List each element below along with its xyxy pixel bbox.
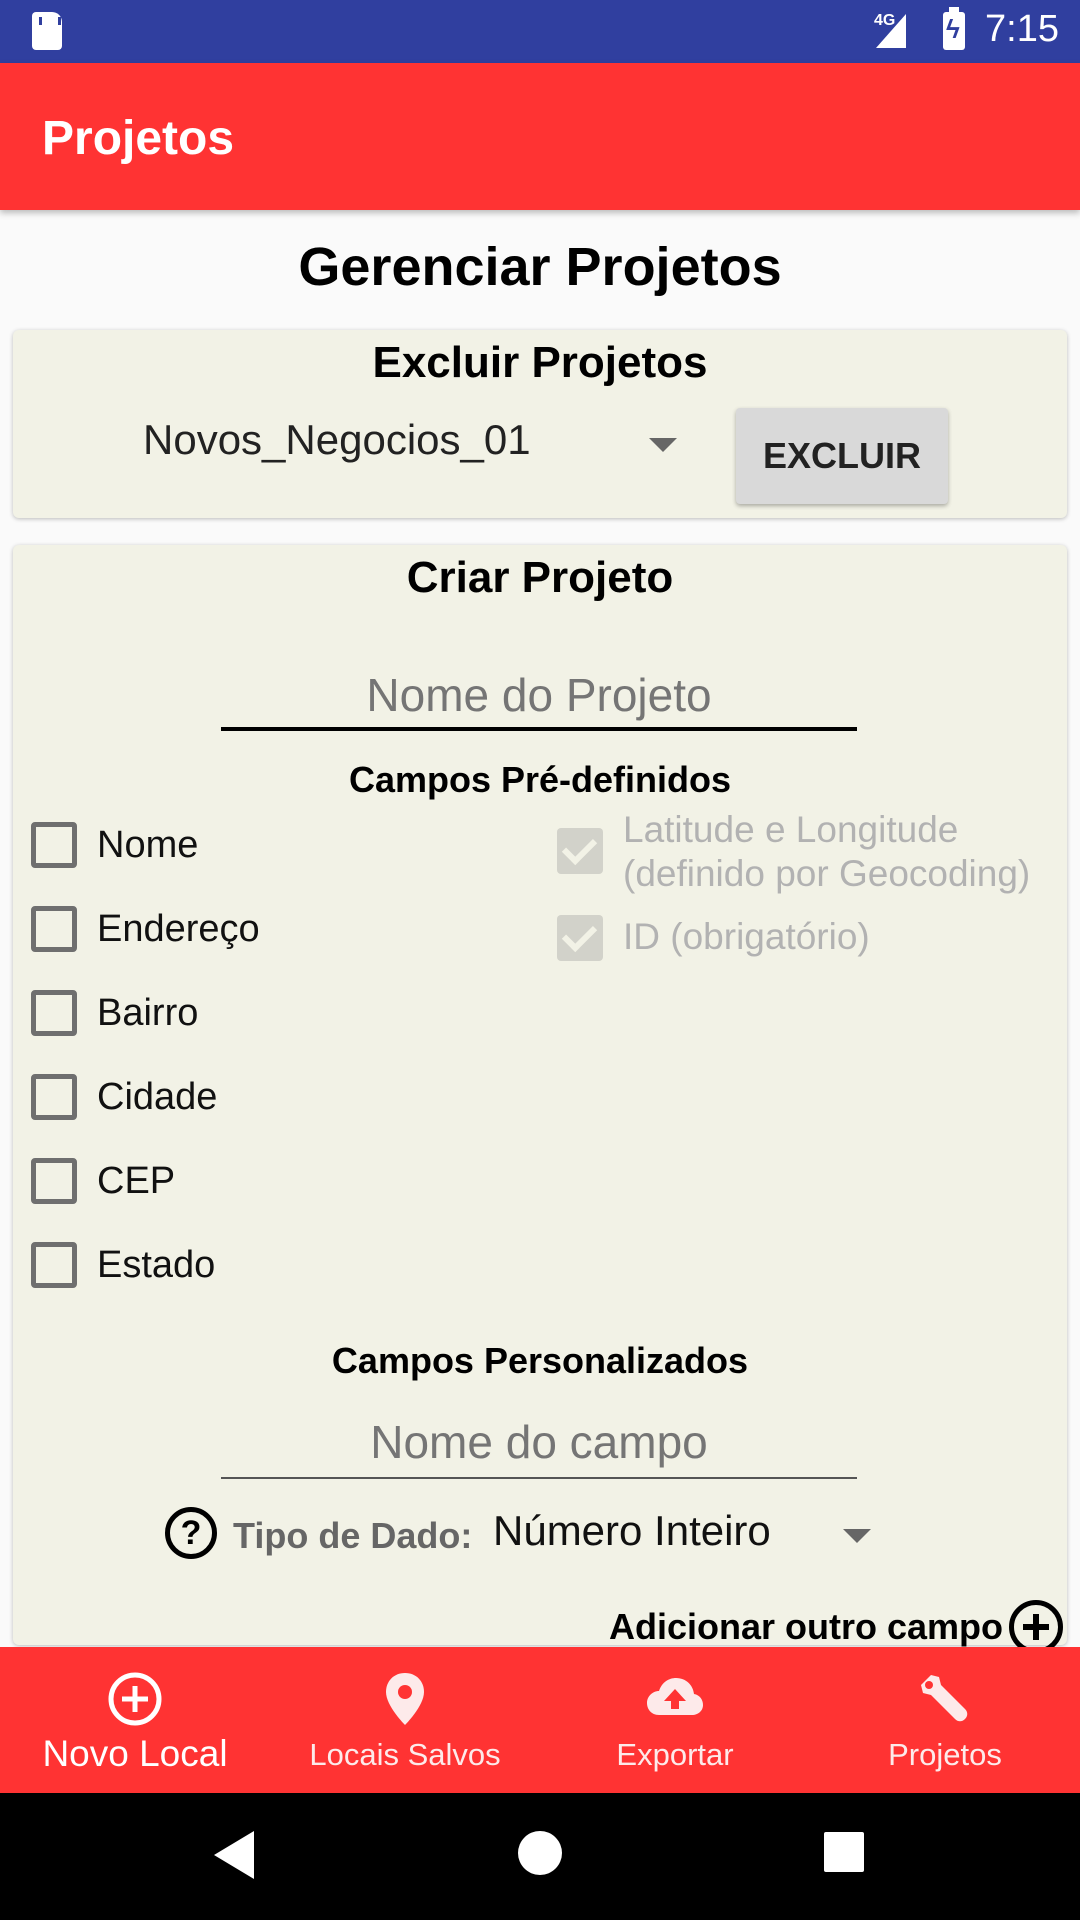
delete-project-title: Excluir Projetos xyxy=(372,338,708,387)
delete-project-card: Excluir Projetos Novos_Negocios_01 EXCLU… xyxy=(13,330,1067,518)
predefined-fields-label: Campos Pré-definidos xyxy=(348,759,732,800)
nav-item-projetos[interactable]: Projetos xyxy=(810,1647,1080,1793)
checkbox-box xyxy=(31,1074,77,1120)
checkbox-cep[interactable]: CEP xyxy=(31,1151,175,1211)
network-type: 4G xyxy=(874,12,896,29)
system-navigation-bar xyxy=(0,1793,1080,1920)
nav-label: Projetos xyxy=(888,1737,1002,1772)
checkbox-latitude-longitude: Latitude e Longitude (definido por Geoco… xyxy=(557,808,1030,896)
data-type-select[interactable]: Número Inteiro xyxy=(493,1505,883,1569)
nav-item-exportar[interactable]: Exportar xyxy=(540,1647,810,1793)
create-project-card: Criar Projeto Campos Pré-definidos Nome … xyxy=(13,545,1067,1654)
checkbox-label: Endereço xyxy=(97,907,260,950)
nav-label: Novo Local xyxy=(42,1733,228,1774)
project-select-value: Novos_Negocios_01 xyxy=(143,416,531,463)
project-select[interactable]: Novos_Negocios_01 xyxy=(123,416,703,480)
nav-label: Locais Salvos xyxy=(309,1737,501,1772)
sd-card-icon xyxy=(32,12,62,50)
delete-button[interactable]: EXCLUIR xyxy=(736,408,948,504)
checkbox-cidade[interactable]: Cidade xyxy=(31,1067,217,1127)
checkmark-icon xyxy=(557,915,603,961)
add-field-label: Adicionar outro campo xyxy=(608,1606,1003,1647)
create-project-title: Criar Projeto xyxy=(406,553,674,602)
checkbox-label: Estado xyxy=(97,1243,216,1286)
project-name-input[interactable] xyxy=(221,663,857,727)
checkbox-label: Latitude e Longitude (definido por Geoco… xyxy=(623,808,1030,896)
checkbox-box xyxy=(31,1242,77,1288)
data-type-value: Número Inteiro xyxy=(493,1507,771,1554)
checkbox-label: ID (obrigatório) xyxy=(623,916,870,957)
checkmark-icon xyxy=(557,828,603,874)
add-circle-icon xyxy=(108,1672,162,1726)
app-title: Projetos xyxy=(42,112,235,165)
label-line-1: Latitude e Longitude xyxy=(623,809,959,850)
home-icon[interactable] xyxy=(518,1831,562,1875)
checkbox-id: ID (obrigatório) xyxy=(557,915,870,961)
nav-item-novo-local[interactable]: Novo Local xyxy=(0,1647,270,1793)
help-icon[interactable]: ? xyxy=(165,1507,217,1559)
checkbox-box xyxy=(31,990,77,1036)
cloud-upload-icon xyxy=(647,1678,703,1715)
nav-label: Exportar xyxy=(616,1737,734,1772)
recent-apps-icon[interactable] xyxy=(824,1832,864,1872)
checkbox-nome[interactable]: Nome xyxy=(31,815,198,875)
project-name-underline xyxy=(221,727,857,731)
bottom-navigation: Novo Local Locais Salvos Exportar Projet… xyxy=(0,1647,1080,1793)
checkbox-label: Nome xyxy=(97,823,199,866)
custom-fields-label: Campos Personalizados xyxy=(331,1340,749,1381)
label-line-2: (definido por Geocoding) xyxy=(623,853,1031,894)
checkbox-box xyxy=(31,906,77,952)
checkbox-label: CEP xyxy=(97,1159,176,1202)
data-type-label: Tipo de Dado: xyxy=(233,1515,473,1556)
app-bar: Projetos xyxy=(0,63,1080,210)
field-name-input[interactable] xyxy=(221,1410,857,1474)
dropdown-arrow-icon xyxy=(649,438,677,452)
status-bar: 4G 7:15 xyxy=(0,0,1080,63)
checkbox-label: Bairro xyxy=(97,991,199,1034)
clock: 7:15 xyxy=(985,8,1059,50)
add-circle-icon xyxy=(1009,1600,1063,1654)
checkbox-bairro[interactable]: Bairro xyxy=(31,983,198,1043)
location-pin-icon xyxy=(386,1673,424,1725)
nav-item-locais-salvos[interactable]: Locais Salvos xyxy=(270,1647,540,1793)
page-title: Gerenciar Projetos xyxy=(298,237,782,297)
dropdown-arrow-icon xyxy=(843,1529,871,1543)
checkbox-box xyxy=(31,822,77,868)
checkbox-box xyxy=(31,1158,77,1204)
checkbox-estado[interactable]: Estado xyxy=(31,1235,215,1295)
field-name-underline xyxy=(221,1477,857,1479)
battery-charging-icon xyxy=(943,7,965,50)
wrench-icon xyxy=(921,1675,968,1722)
back-icon[interactable] xyxy=(214,1831,254,1879)
checkbox-label: Cidade xyxy=(97,1075,218,1118)
checkbox-endereco[interactable]: Endereço xyxy=(31,899,260,959)
